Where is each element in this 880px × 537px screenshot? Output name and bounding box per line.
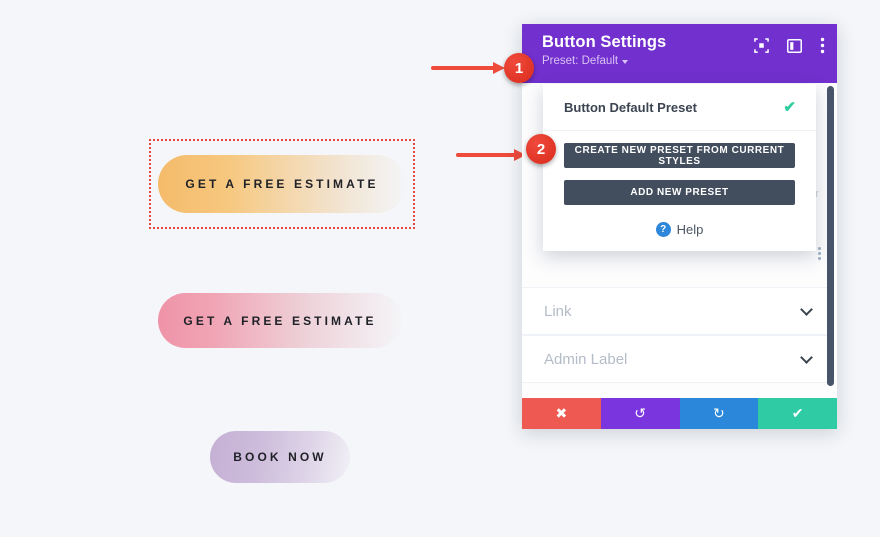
- annotation-marker-2: 2: [526, 134, 556, 164]
- cancel-button[interactable]: ✖: [522, 398, 601, 429]
- annotation-marker-1: 1: [504, 53, 534, 83]
- undo-button[interactable]: ↺: [600, 398, 680, 429]
- preview-button-label: GET A FREE ESTIMATE: [185, 177, 379, 191]
- panel-scrollbar[interactable]: [827, 86, 834, 386]
- annotation-arrow-2: [456, 149, 528, 161]
- preset-default-dropdown-toggle[interactable]: Preset: Default: [542, 55, 823, 67]
- accordion-row-admin-label[interactable]: Admin Label: [522, 335, 833, 383]
- panel-header: Button Settings Preset: Default: [522, 24, 837, 83]
- marker-number: 1: [514, 59, 524, 77]
- more-vertical-icon[interactable]: [818, 247, 821, 260]
- question-mark-icon: ?: [655, 222, 671, 237]
- redo-button[interactable]: ↻: [679, 398, 759, 429]
- arrow-shaft: [456, 153, 516, 157]
- accordion-label: Link: [544, 302, 572, 320]
- check-icon: ✔: [791, 405, 804, 421]
- chevron-down-icon: [800, 350, 813, 364]
- layout-columns-icon[interactable]: [787, 38, 802, 53]
- chevron-down-icon: [622, 60, 629, 64]
- chevron-down-icon: [800, 302, 813, 316]
- panel-footer: ✖ ↺ ↻ ✔: [522, 398, 837, 429]
- preview-button-label: BOOK NOW: [233, 450, 327, 464]
- undo-icon: ↺: [634, 405, 646, 421]
- preset-label: Preset: Default: [542, 55, 619, 67]
- panel-header-icons: [754, 37, 825, 54]
- screenshot-canvas: GET A FREE ESTIMATE GET A FREE ESTIMATE …: [0, 0, 880, 537]
- preview-button-book-now[interactable]: BOOK NOW: [210, 431, 350, 483]
- more-vertical-icon[interactable]: [820, 37, 825, 54]
- marker-number: 2: [536, 140, 546, 158]
- preset-dropdown-menu: Button Default Preset ✔ CREATE NEW PRESE…: [543, 84, 816, 251]
- redo-icon: ↻: [713, 405, 725, 421]
- focus-icon[interactable]: [754, 38, 769, 53]
- preview-button-label: GET A FREE ESTIMATE: [183, 313, 377, 328]
- preview-button-estimate-pink[interactable]: GET A FREE ESTIMATE: [158, 293, 402, 348]
- close-icon: ✖: [555, 405, 568, 421]
- check-icon: ✔: [783, 99, 796, 116]
- preset-menu-item-button-default-preset[interactable]: Button Default Preset ✔: [543, 84, 816, 131]
- save-button[interactable]: ✔: [758, 398, 837, 429]
- create-new-preset-from-current-styles-button[interactable]: CREATE NEW PRESET FROM CURRENT STYLES: [564, 143, 795, 168]
- preview-button-estimate-orange[interactable]: GET A FREE ESTIMATE: [158, 155, 406, 213]
- arrow-shaft: [431, 66, 495, 70]
- dropdown-help-link[interactable]: ? Help: [543, 222, 816, 237]
- add-new-preset-button[interactable]: ADD NEW PRESET: [564, 180, 795, 205]
- help-label: Help: [676, 222, 704, 237]
- accordion-label: Admin Label: [544, 350, 628, 368]
- annotation-arrow-1: [431, 62, 506, 74]
- accordion-row-link[interactable]: Link: [522, 287, 833, 335]
- preset-item-label: Button Default Preset: [564, 99, 697, 115]
